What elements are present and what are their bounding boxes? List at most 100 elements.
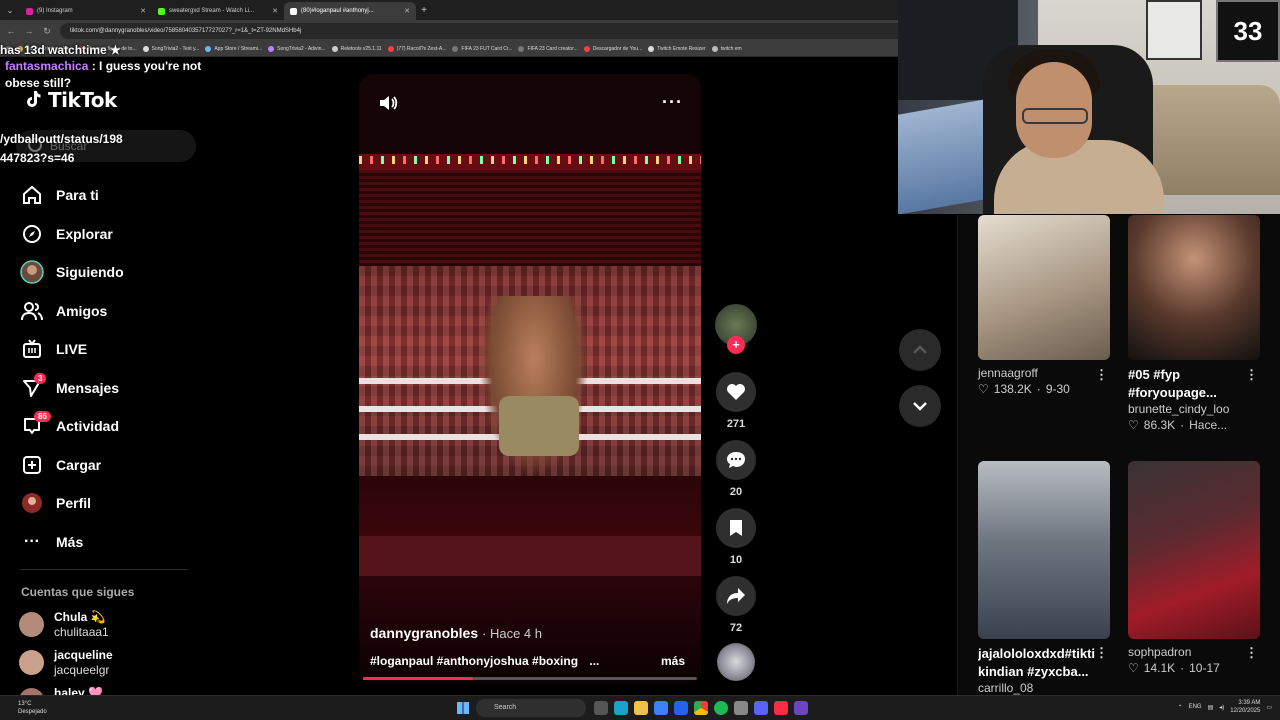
sidebar-item-explorar[interactable]: Explorar (20, 215, 200, 254)
sidebar-item-siguiendo[interactable]: Siguiendo (20, 253, 200, 292)
chat-header-text: has 13d watchtime ★ (0, 43, 121, 57)
close-tab-icon[interactable]: ✕ (272, 7, 278, 15)
sidebar-item-mas[interactable]: ··· Más (20, 523, 200, 562)
obs-icon[interactable] (794, 701, 808, 715)
share-button[interactable] (716, 576, 756, 616)
bookmark-item[interactable]: SongTrivia2 - Adivin... (268, 46, 326, 52)
video-options-icon[interactable]: ··· (662, 92, 683, 113)
bookmark-favicon-icon (452, 46, 459, 52)
bookmark-item[interactable]: Reletools v25.1.11 (331, 46, 382, 52)
back-icon[interactable]: ← (6, 26, 16, 36)
video-card[interactable]: #05 #fyp #foryoupage... brunette_cindy_l… (1128, 215, 1260, 432)
chrome-icon[interactable] (694, 701, 708, 715)
bookmark-item[interactable]: FIFA 23 FUT Card Cr... (452, 46, 512, 52)
video-card[interactable]: jajalololoxdxd#tiktikindian #zyxcba... c… (978, 461, 1110, 695)
video-thumbnail[interactable] (978, 215, 1110, 360)
card-menu-icon[interactable]: ⋮ (1095, 645, 1108, 661)
follow-plus-icon[interactable]: + (727, 336, 745, 354)
video-card[interactable]: jennaagroff ♡ 138.2K · 9-30 ⋮ (978, 215, 1110, 396)
chevron-down-icon (913, 402, 927, 411)
volume-tray-icon[interactable]: ◂) (1219, 704, 1224, 711)
spotify-icon[interactable] (714, 701, 728, 715)
sidebar-item-label: Siguiendo (56, 264, 124, 281)
card-menu-icon[interactable]: ⋮ (1245, 645, 1258, 661)
language-indicator[interactable]: ENG (1189, 704, 1202, 710)
following-account[interactable]: jacqueline jacqueelgr (19, 648, 189, 678)
browser-tab-instagram[interactable]: (9) Instagram ✕ (20, 2, 152, 20)
video-thumbnail[interactable] (1128, 461, 1260, 639)
browser-tab-kick[interactable]: sweatergxd Stream - Watch Li... ✕ (152, 2, 284, 20)
webcam-jersey: 33 (1216, 0, 1280, 62)
reload-icon[interactable]: ↻ (42, 26, 52, 37)
weather-widget[interactable]: 13°C Despejado (18, 700, 47, 716)
bookmark-item[interactable]: Descargador de You... (583, 46, 643, 52)
sidebar-item-perfil[interactable]: Perfil (20, 484, 200, 523)
sidebar-item-para-ti[interactable]: Para ti (20, 176, 200, 215)
tab-list-button[interactable]: ⌄ (0, 6, 20, 15)
next-video-button[interactable] (899, 385, 941, 427)
clock-time: 3:39 AM (1238, 700, 1261, 706)
video-thumbnail[interactable] (1128, 215, 1260, 360)
settings-icon[interactable] (734, 701, 748, 715)
comment-button[interactable] (716, 440, 756, 480)
video-card-user[interactable]: sophpadron (1128, 645, 1260, 659)
card-menu-icon[interactable]: ⋮ (1245, 367, 1258, 383)
sidebar-item-mensajes[interactable]: 3 Mensajes (20, 369, 200, 408)
video-hashtags[interactable]: #loganpaul #anthonyjoshua #boxing (370, 654, 578, 668)
tray-chevron-icon[interactable]: ⌃ (1178, 704, 1183, 711)
bookmark-item[interactable]: twitch em (711, 46, 742, 52)
tiktok-logo-icon[interactable] (24, 90, 42, 108)
video-card-user[interactable]: jennaagroff (978, 366, 1110, 380)
file-explorer-icon[interactable] (634, 701, 648, 715)
like-button[interactable] (716, 372, 756, 412)
bookmark-favicon-icon (268, 46, 275, 52)
video-card-title: jajalololoxdxd#tiktikindian #zyxcba... (978, 646, 1096, 679)
sidebar-item-cargar[interactable]: Cargar (20, 446, 200, 485)
boxer-shorts (499, 396, 579, 456)
sidebar-item-label: Amigos (56, 302, 108, 319)
bookmark-item[interactable]: App Store / Streami... (205, 46, 262, 52)
chevron-up-icon (913, 345, 927, 354)
previous-video-button[interactable] (899, 329, 941, 371)
close-tab-icon[interactable]: ✕ (140, 7, 146, 15)
volume-icon[interactable] (377, 92, 399, 114)
browser-tab-tiktok[interactable]: (80)#loganpaul #anthonyj... ✕ (284, 2, 416, 20)
video-author[interactable]: dannygranobles (370, 625, 478, 641)
sidebar-item-actividad[interactable]: 86 Actividad (20, 407, 200, 446)
following-account[interactable]: Chula 💫 chulitaaa1 (19, 610, 189, 640)
card-menu-icon[interactable]: ⋮ (1095, 367, 1108, 383)
save-button[interactable] (716, 508, 756, 548)
video-thumbnail[interactable] (978, 461, 1110, 639)
music-disc-icon[interactable] (717, 643, 755, 681)
forward-icon[interactable]: → (24, 26, 34, 36)
sidebar-item-label: Perfil (56, 495, 92, 512)
network-icon[interactable]: ▤ (1208, 704, 1214, 711)
video-card-user[interactable]: carrillo_08 (978, 681, 1110, 695)
sidebar-item-amigos[interactable]: Amigos (20, 292, 200, 331)
bookmark-item[interactable]: Twitch Emote Resizer (648, 46, 706, 52)
sidebar-item-live[interactable]: LIVE (20, 330, 200, 369)
caption-more-link[interactable]: más (661, 654, 685, 668)
discord-icon[interactable] (754, 701, 768, 715)
clock[interactable]: 3:39 AM 12/20/2025 (1230, 699, 1260, 715)
bookmark-label: Descargador de You... (592, 46, 643, 52)
video-card[interactable]: sophpadron ♡ 14.1K · 10-17 ⋮ (1128, 461, 1260, 675)
taskbar-search[interactable]: Search (476, 699, 586, 717)
mail-icon[interactable] (674, 701, 688, 715)
video-player[interactable]: ··· dannygranobles · Hace 4 h #loganpaul… (359, 74, 701, 684)
video-progress-bar[interactable] (363, 677, 697, 680)
bookmark-item[interactable]: FIFA 23 Card creator... (518, 46, 578, 52)
new-tab-button[interactable]: + (416, 5, 432, 16)
notifications-icon[interactable]: ▭ (1266, 704, 1272, 711)
edge-icon[interactable] (614, 701, 628, 715)
bookmark-item[interactable]: (77) Racoll?s Zest-A... (387, 46, 446, 52)
video-card-user[interactable]: brunette_cindy_loo (1128, 402, 1260, 416)
music-app-icon[interactable] (774, 701, 788, 715)
close-tab-icon[interactable]: ✕ (404, 7, 410, 15)
store-icon[interactable] (654, 701, 668, 715)
task-view-icon[interactable] (594, 701, 608, 715)
streamer-webcam: 33 (898, 0, 1280, 214)
bookmark-label: Twitch Emote Resizer (657, 46, 706, 52)
stream-chat-overlay: has 13d watchtime ★ fantasmachica : I gu… (0, 43, 210, 92)
windows-start-icon[interactable] (457, 702, 469, 714)
